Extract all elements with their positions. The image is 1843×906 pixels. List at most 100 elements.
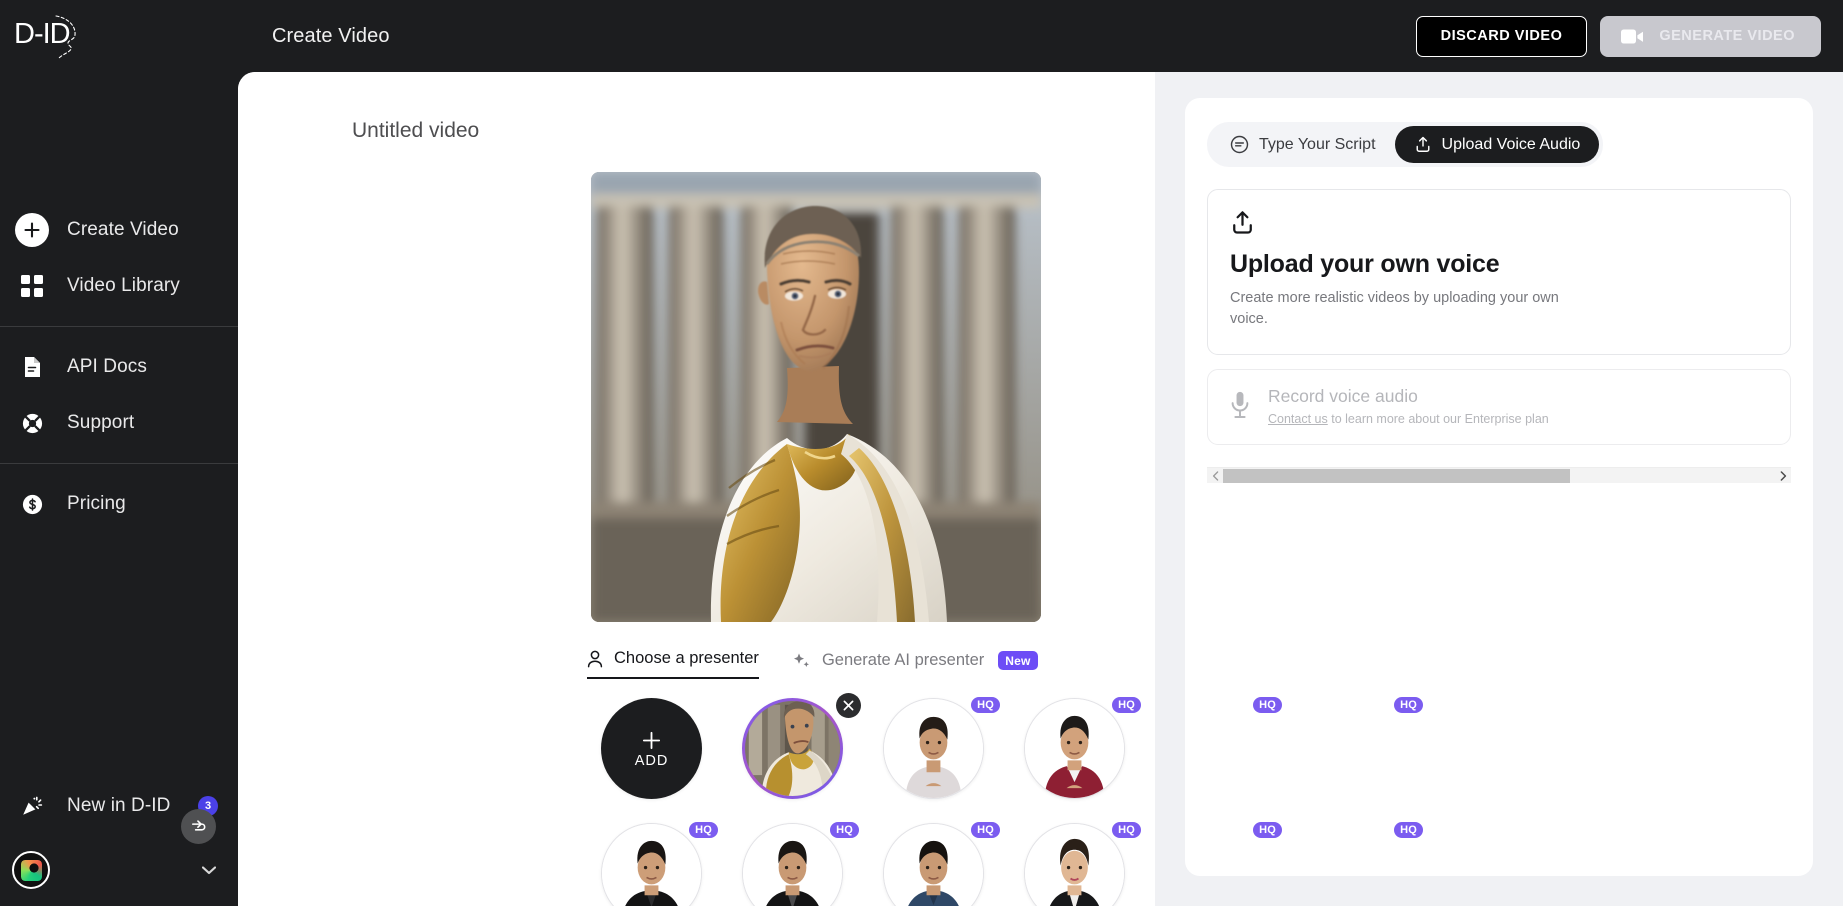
tab-label: Choose a presenter xyxy=(614,649,759,667)
sidebar-item-label: New in D-ID xyxy=(67,795,171,816)
presenter-avatar-image xyxy=(1025,824,1124,906)
presenter-cell: HQ xyxy=(1010,693,1141,804)
presenter-cell-add: ADD xyxy=(587,693,716,804)
app-root: D-ID Create Video Video Library API Docs… xyxy=(0,0,1843,906)
preview-image xyxy=(590,172,1041,622)
remove-presenter-button[interactable] xyxy=(836,693,861,718)
presenter-thumb-man-white-tshirt[interactable] xyxy=(883,698,984,799)
close-icon xyxy=(843,700,854,711)
tab-generate-ai-presenter[interactable]: Generate AI presenter New xyxy=(793,651,1038,679)
presenter-cell: HQ xyxy=(869,693,1000,804)
scrollbar-thumb[interactable] xyxy=(1223,468,1570,483)
sidebar-item-label: Video Library xyxy=(67,275,180,296)
script-panel-horizontal-scrollbar[interactable] xyxy=(1207,467,1791,484)
tab-type-your-script[interactable]: Type Your Script xyxy=(1211,126,1395,163)
tab-choose-a-presenter[interactable]: Choose a presenter xyxy=(587,649,759,679)
add-label: ADD xyxy=(634,752,669,769)
presenter-avatar-image xyxy=(884,824,983,906)
sidebar-top-spacer xyxy=(0,72,238,202)
sidebar-group-tertiary: Pricing xyxy=(0,463,238,532)
sidebar-item-label: Pricing xyxy=(67,493,126,514)
hq-badge: HQ xyxy=(1394,822,1423,838)
presenter-avatar-image xyxy=(745,701,840,796)
presenter-avatar-image xyxy=(884,699,983,798)
presenter-thumb-man-red-blazer[interactable] xyxy=(1024,698,1125,799)
collapse-sidebar-button[interactable] xyxy=(181,809,216,844)
generate-video-label: GENERATE VIDEO xyxy=(1659,28,1795,44)
tab-label: Generate AI presenter xyxy=(821,651,985,669)
plus-icon xyxy=(642,731,661,749)
new-badge: New xyxy=(998,651,1038,670)
script-panel: Type Your Script Upload Voice Audio Uplo… xyxy=(1185,98,1813,876)
sidebar: D-ID Create Video Video Library API Docs… xyxy=(0,0,238,906)
presenter-thumb-man-black-jacket-1[interactable] xyxy=(601,823,702,906)
sparkle-icon xyxy=(793,653,809,667)
contact-us-link[interactable]: Contact us xyxy=(1268,412,1328,426)
brand-logo[interactable]: D-ID xyxy=(0,0,238,72)
presenter-avatar-image xyxy=(602,824,701,906)
presenter-thumb-man-black-jacket-2[interactable] xyxy=(742,823,843,906)
video-camera-icon xyxy=(1621,29,1644,43)
presenter-avatar-image xyxy=(1025,699,1124,798)
user-account-row[interactable] xyxy=(0,834,238,906)
upload-icon xyxy=(1233,211,1252,234)
generate-video-button[interactable]: GENERATE VIDEO xyxy=(1600,15,1821,57)
did-logo-icon: D-ID xyxy=(14,8,80,64)
record-card-suffix: to learn more about our Enterprise plan xyxy=(1327,412,1549,427)
sidebar-bottom: New in D-ID 3 xyxy=(0,778,238,906)
person-icon xyxy=(587,650,603,667)
sidebar-group-primary: Create Video Video Library xyxy=(0,202,238,326)
content-surface: Untitled video Choose a presenter Genera… xyxy=(238,72,1843,906)
upload-card-heading: Upload your own voice xyxy=(1230,250,1500,278)
avatar[interactable] xyxy=(12,851,50,889)
scroll-right-button[interactable] xyxy=(1775,468,1791,484)
hq-badge: HQ xyxy=(689,822,718,838)
discard-video-button[interactable]: DISCARD VIDEO xyxy=(1415,15,1588,57)
hq-badge: HQ xyxy=(971,697,1000,713)
chat-bubble-icon xyxy=(1230,135,1249,154)
script-mode-switch: Type Your Script Upload Voice Audio xyxy=(1207,122,1604,167)
main-area: Create Video DISCARD VIDEO GENERATE VIDE… xyxy=(238,0,1843,906)
video-preview[interactable] xyxy=(590,172,1041,622)
upload-voice-card[interactable]: Upload your own voice Create more realis… xyxy=(1207,189,1791,356)
record-card-subtext: Contact us to learn more about our Enter… xyxy=(1268,410,1549,428)
top-header: Create Video DISCARD VIDEO GENERATE VIDE… xyxy=(238,0,1843,72)
sidebar-item-api-docs[interactable]: API Docs xyxy=(0,339,238,395)
sidebar-item-support[interactable]: Support xyxy=(0,395,238,451)
dollar-circle-icon xyxy=(14,486,50,522)
collapse-arrow-icon xyxy=(191,820,206,831)
sidebar-item-pricing[interactable]: Pricing xyxy=(0,476,238,532)
tab-label: Upload Voice Audio xyxy=(1441,135,1581,153)
sidebar-item-label: API Docs xyxy=(67,356,147,377)
plus-icon xyxy=(24,222,40,238)
presenter-thumb-man-blue-shirt[interactable] xyxy=(883,823,984,906)
presenter-thumb-roman-senator[interactable] xyxy=(742,698,843,799)
sidebar-item-create-video[interactable]: Create Video xyxy=(0,202,238,258)
presenter-cell: HQ xyxy=(869,818,1000,906)
chevron-down-icon[interactable] xyxy=(202,866,216,875)
sidebar-group-secondary: API Docs Support xyxy=(0,326,238,463)
hq-badge: HQ xyxy=(971,822,1000,838)
header-actions: DISCARD VIDEO GENERATE VIDEO xyxy=(1415,15,1821,57)
record-voice-card: Record voice audio Contact us to learn m… xyxy=(1207,369,1791,446)
tab-upload-voice-audio[interactable]: Upload Voice Audio xyxy=(1394,126,1600,163)
hq-badge: HQ xyxy=(830,822,859,838)
script-panel-column: Type Your Script Upload Voice Audio Uplo… xyxy=(1155,72,1843,906)
plus-circle-icon xyxy=(14,212,50,248)
scroll-left-button[interactable] xyxy=(1207,468,1223,484)
tab-label: Type Your Script xyxy=(1259,135,1376,153)
sidebar-item-video-library[interactable]: Video Library xyxy=(0,258,238,314)
presenter-cell: HQ xyxy=(587,818,718,906)
presenter-cell-roman-senator xyxy=(728,693,861,804)
chevron-left-icon xyxy=(1212,471,1218,481)
hq-badge: HQ xyxy=(1253,697,1282,713)
microphone-icon xyxy=(1231,391,1249,419)
add-presenter-button[interactable]: ADD xyxy=(601,698,702,799)
presenter-thumb-woman-black-blazer[interactable] xyxy=(1024,823,1125,906)
hq-badge: HQ xyxy=(1253,822,1282,838)
record-card-title: Record voice audio xyxy=(1268,386,1418,407)
hq-badge: HQ xyxy=(1112,697,1141,713)
chevron-right-icon xyxy=(1780,470,1786,481)
sidebar-item-label: Create Video xyxy=(67,219,179,240)
face-outline-icon xyxy=(55,15,76,59)
